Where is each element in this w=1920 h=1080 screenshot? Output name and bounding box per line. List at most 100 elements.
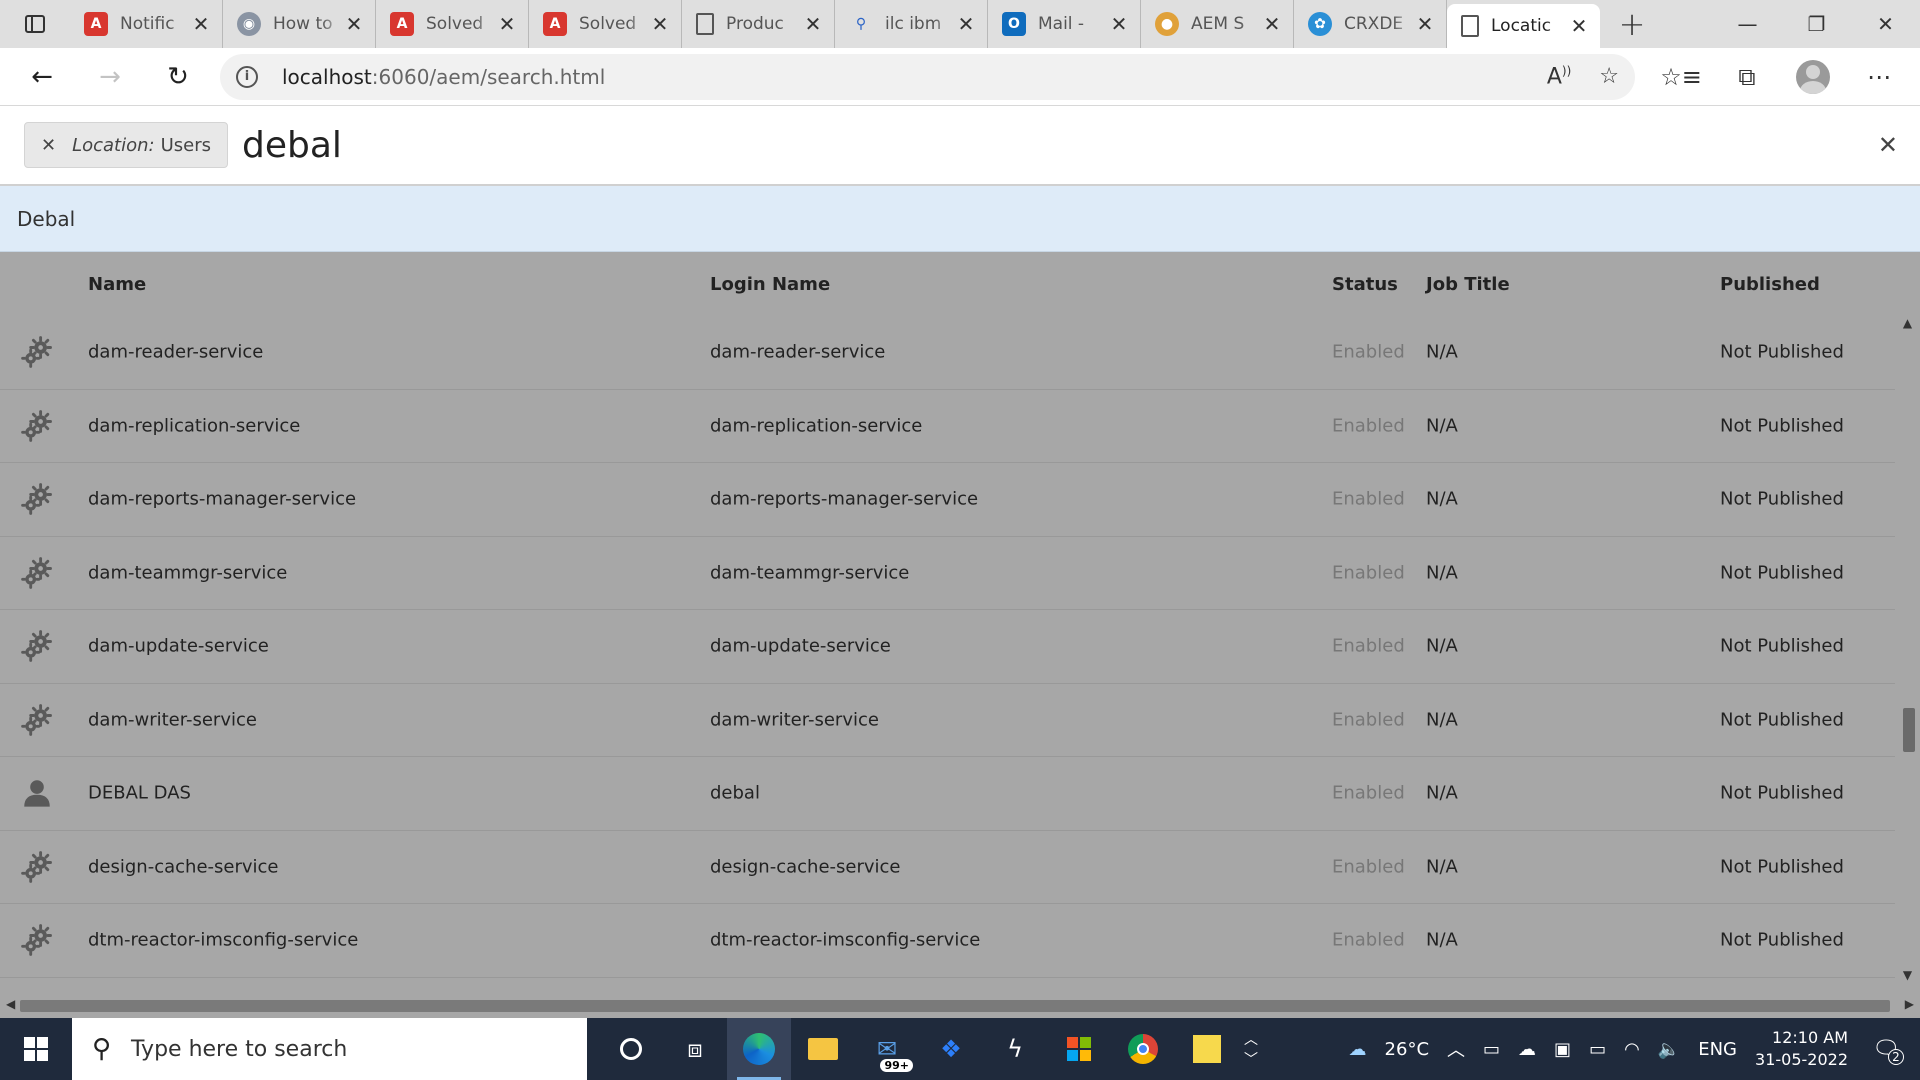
tab-close-button[interactable]: ✕: [649, 12, 671, 36]
column-header-job-title[interactable]: Job Title: [1426, 274, 1510, 295]
tab-close-button[interactable]: ✕: [1568, 14, 1590, 38]
vertical-scrollbar[interactable]: ▲ ▼: [1895, 316, 1920, 992]
cell-published: Not Published: [1720, 782, 1844, 804]
close-icon: ✕: [1877, 131, 1898, 159]
new-tab-button[interactable]: +: [1600, 0, 1664, 48]
favorites-button[interactable]: ☆≡: [1659, 55, 1703, 99]
add-favorite-icon[interactable]: ☆: [1599, 64, 1619, 89]
scroll-thumb[interactable]: [1903, 708, 1915, 752]
browser-tab[interactable]: ✿ CRXDE ✕: [1294, 0, 1447, 48]
browser-tab[interactable]: ● AEM S ✕: [1141, 0, 1294, 48]
task-view-button[interactable]: ⧈: [663, 1018, 727, 1080]
browser-tab[interactable]: Produc ✕: [682, 0, 835, 48]
tab-close-button[interactable]: ✕: [802, 12, 824, 36]
notification-center-button[interactable]: 🗨 2: [1866, 1029, 1906, 1069]
horizontal-scroll-thumb[interactable]: [20, 1000, 1890, 1012]
browser-tab[interactable]: A Solved ✕: [529, 0, 682, 48]
taskbar-scroll-button[interactable]: ︿ ﹀: [1239, 1018, 1263, 1080]
forward-button[interactable]: →: [88, 55, 132, 99]
profile-button[interactable]: [1791, 55, 1835, 99]
weather-icon[interactable]: ☁: [1349, 1039, 1367, 1060]
taskbar-dropbox[interactable]: ❖: [919, 1018, 983, 1080]
scroll-down-icon[interactable]: ▼: [1895, 968, 1920, 992]
column-header-login[interactable]: Login Name: [710, 274, 830, 295]
tab-close-button[interactable]: ✕: [1414, 12, 1436, 36]
scroll-left-icon[interactable]: ◀: [6, 997, 15, 1011]
onedrive-icon[interactable]: ☁: [1518, 1039, 1536, 1060]
table-row[interactable]: dam-writer-service dam-writer-service Enab…: [0, 684, 1895, 757]
taskbar-mail[interactable]: ✉ 99+: [855, 1018, 919, 1080]
table-row[interactable]: dam-reader-service dam-reader-service Enab…: [0, 316, 1895, 390]
minimize-button[interactable]: —: [1713, 0, 1782, 48]
search-suggestion[interactable]: Debal: [0, 186, 1920, 252]
table-row[interactable]: dam-teammgr-service dam-teammgr-service En…: [0, 537, 1895, 610]
taskbar-sticky-notes[interactable]: [1175, 1018, 1239, 1080]
column-header-published[interactable]: Published: [1720, 274, 1820, 295]
chevron-up-icon: ︿: [1244, 1032, 1258, 1048]
taskbar-chrome[interactable]: [1111, 1018, 1175, 1080]
scroll-up-icon[interactable]: ▲: [1895, 316, 1920, 340]
location-filter-tag[interactable]: ✕ Location: Users: [24, 122, 229, 168]
browser-tab[interactable]: ⚲ ilc ibm ✕: [835, 0, 988, 48]
restore-button[interactable]: ❐: [1782, 0, 1851, 48]
browser-tab[interactable]: ◉ How to ✕: [223, 0, 376, 48]
language-indicator[interactable]: ENG: [1698, 1039, 1737, 1060]
clock[interactable]: 12:10 AM 31-05-2022: [1755, 1027, 1848, 1071]
address-bar[interactable]: i localhost:6060/aem/search.html A)) ☆: [220, 53, 1635, 100]
cell-login: dam-reader-service: [710, 341, 886, 363]
table-row[interactable]: DEBAL DAS debal Enabled N/A Not Published: [0, 757, 1895, 831]
meet-now-icon[interactable]: ▭: [1483, 1039, 1500, 1060]
close-search-button[interactable]: ✕: [1878, 131, 1898, 159]
browser-tab[interactable]: A Notific ✕: [70, 0, 223, 48]
settings-menu-button[interactable]: ⋯: [1857, 55, 1901, 99]
arrow-left-icon: ←: [31, 61, 53, 92]
wifi-icon[interactable]: ◠: [1624, 1039, 1640, 1060]
tab-close-button[interactable]: ✕: [1108, 12, 1130, 36]
table-row[interactable]: design-cache-service design-cache-service…: [0, 831, 1895, 904]
column-header-name[interactable]: Name: [88, 274, 146, 295]
weather-temp[interactable]: 26°C: [1385, 1039, 1429, 1060]
volume-icon[interactable]: 🔈: [1658, 1039, 1680, 1060]
horizontal-scrollbar[interactable]: ◀ ▶: [0, 992, 1920, 1018]
search-input[interactable]: debal: [242, 125, 342, 166]
battery-icon[interactable]: ▭: [1589, 1039, 1606, 1060]
table-row[interactable]: dam-update-service dam-update-service Enab…: [0, 610, 1895, 684]
cell-name: dam-writer-service: [88, 709, 257, 731]
taskbar-search[interactable]: ⚲ Type here to search: [72, 1018, 587, 1080]
close-window-button[interactable]: ✕: [1851, 0, 1920, 48]
back-button[interactable]: ←: [20, 55, 64, 99]
tab-actions-icon: [25, 15, 45, 33]
show-hidden-icons-icon[interactable]: ︿: [1447, 1036, 1465, 1062]
more-icon: ⋯: [1867, 62, 1891, 91]
table-row[interactable]: dam-reports-manager-service dam-reports-m…: [0, 463, 1895, 537]
taskbar-app-s[interactable]: ϟ: [983, 1018, 1047, 1080]
cortana-button[interactable]: [599, 1018, 663, 1080]
taskbar-edge[interactable]: [727, 1018, 791, 1080]
scroll-right-icon[interactable]: ▶: [1905, 997, 1914, 1011]
table-row[interactable]: dtm-reactor-imsconfig-service dtm-reactor…: [0, 904, 1895, 978]
browser-tab[interactable]: Locatic ✕: [1447, 4, 1600, 48]
tab-close-button[interactable]: ✕: [343, 12, 365, 36]
collections-button[interactable]: ⧉: [1725, 55, 1769, 99]
cell-login: dam-update-service: [710, 635, 891, 657]
read-aloud-icon[interactable]: A)): [1547, 64, 1571, 89]
start-button[interactable]: [0, 1018, 72, 1080]
tab-close-button[interactable]: ✕: [1261, 12, 1283, 36]
refresh-button[interactable]: ↻: [156, 55, 200, 99]
table-row[interactable]: dam-replication-service dam-replication-s…: [0, 390, 1895, 463]
cell-status: Enabled: [1332, 709, 1405, 731]
taskbar-file-explorer[interactable]: [791, 1018, 855, 1080]
column-header-status[interactable]: Status: [1332, 274, 1398, 295]
tab-close-button[interactable]: ✕: [496, 12, 518, 36]
display-icon[interactable]: ▣: [1554, 1039, 1571, 1060]
cell-name: dam-teammgr-service: [88, 562, 288, 584]
url-text[interactable]: localhost:6060/aem/search.html: [282, 65, 605, 89]
tab-close-button[interactable]: ✕: [955, 12, 977, 36]
browser-tab[interactable]: O Mail - ✕: [988, 0, 1141, 48]
browser-tab[interactable]: A Solved ✕: [376, 0, 529, 48]
tab-actions-button[interactable]: [0, 0, 70, 48]
remove-tag-icon[interactable]: ✕: [41, 135, 56, 156]
tab-close-button[interactable]: ✕: [190, 12, 212, 36]
taskbar-store[interactable]: [1047, 1018, 1111, 1080]
site-info-icon[interactable]: i: [236, 65, 258, 88]
